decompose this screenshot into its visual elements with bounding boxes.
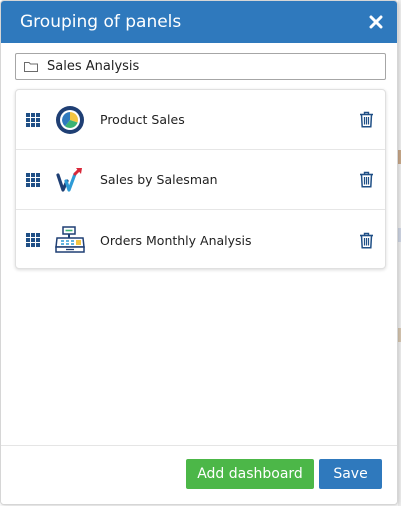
trash-icon bbox=[359, 111, 373, 128]
panel-row[interactable]: Orders Monthly Analysis bbox=[16, 210, 385, 270]
dialog-title: Grouping of panels bbox=[20, 12, 182, 32]
dialog-header: Grouping of panels bbox=[1, 1, 397, 43]
add-dashboard-button[interactable]: Add dashboard bbox=[186, 459, 314, 489]
panel-label[interactable]: Sales by Salesman bbox=[100, 172, 218, 187]
close-icon bbox=[369, 15, 383, 29]
panel-row[interactable]: Sales by Salesman bbox=[16, 150, 385, 210]
cash-register-icon bbox=[54, 224, 86, 256]
panel-label[interactable]: Orders Monthly Analysis bbox=[100, 233, 252, 248]
dialog-footer: Add dashboard Save bbox=[1, 445, 397, 504]
group-name-input[interactable] bbox=[47, 59, 367, 74]
close-button[interactable] bbox=[365, 11, 387, 33]
salesman-w-logo-icon bbox=[54, 164, 86, 196]
trash-icon bbox=[359, 232, 373, 249]
folder-icon bbox=[24, 61, 38, 73]
save-button[interactable]: Save bbox=[319, 459, 382, 489]
grouping-dialog: Grouping of panels Sales Analysis Produc… bbox=[0, 0, 398, 505]
drag-handle-icon[interactable] bbox=[26, 112, 40, 127]
pie-chart-icon bbox=[54, 104, 86, 136]
panel-list: Product Sales Sales by Salesman Orders M… bbox=[15, 89, 386, 269]
delete-button[interactable] bbox=[358, 171, 374, 189]
drag-handle-icon[interactable] bbox=[26, 172, 40, 187]
drag-handle-icon[interactable] bbox=[26, 233, 40, 247]
panel-row[interactable]: Product Sales bbox=[16, 90, 385, 150]
delete-button[interactable] bbox=[358, 111, 374, 129]
trash-icon bbox=[359, 171, 373, 188]
delete-button[interactable] bbox=[358, 231, 374, 249]
panel-label[interactable]: Product Sales bbox=[100, 112, 185, 127]
group-name-field[interactable] bbox=[15, 53, 386, 80]
